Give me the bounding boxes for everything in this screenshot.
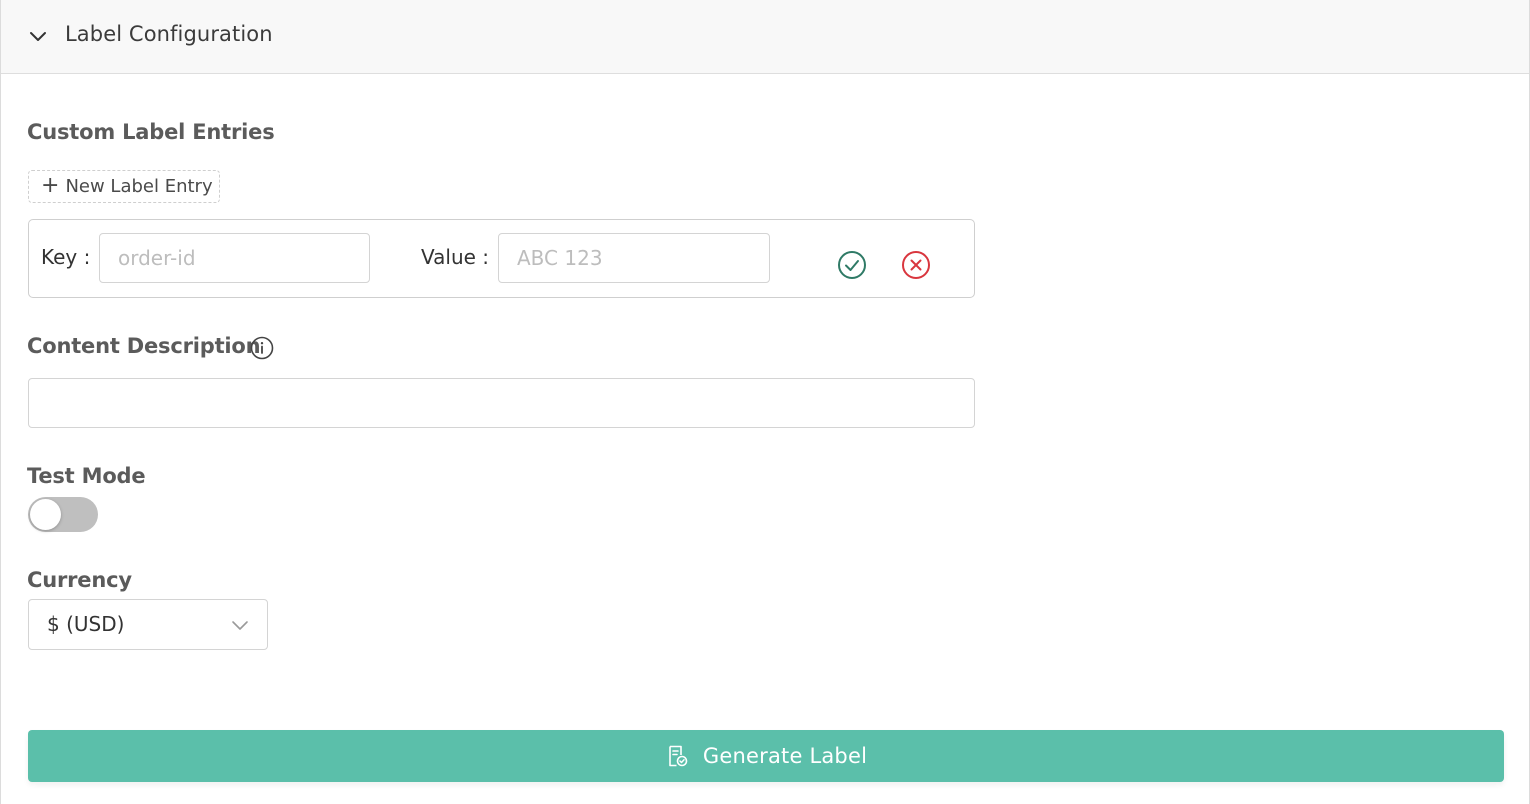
panel-header[interactable]: Label Configuration <box>1 0 1529 74</box>
test-mode-title: Test Mode <box>27 464 146 488</box>
toggle-knob <box>30 499 61 530</box>
plus-icon: + <box>41 172 60 198</box>
chevron-down-icon <box>231 616 249 634</box>
key-input[interactable] <box>99 233 370 283</box>
document-check-icon <box>665 744 689 768</box>
currency-selected-value: $ (USD) <box>47 612 125 636</box>
key-label: Key : <box>41 245 91 269</box>
test-mode-toggle[interactable] <box>28 497 98 532</box>
custom-label-entries-title: Custom Label Entries <box>27 120 275 144</box>
panel-title: Label Configuration <box>65 22 273 46</box>
generate-label-text: Generate Label <box>702 744 868 768</box>
value-input[interactable] <box>498 233 770 283</box>
content-description-title: Content Description <box>27 334 261 358</box>
new-label-entry-label: New Label Entry <box>65 176 213 197</box>
x-circle-icon[interactable] <box>900 249 932 281</box>
chevron-down-icon[interactable] <box>27 26 49 48</box>
value-label: Value : <box>421 245 490 269</box>
content-description-input[interactable] <box>28 378 975 428</box>
currency-select[interactable]: $ (USD) <box>28 599 268 650</box>
info-icon[interactable] <box>250 336 274 360</box>
label-entry-row: Key : Value : <box>28 219 975 298</box>
currency-title: Currency <box>27 568 132 592</box>
label-configuration-panel: Label Configuration Custom Label Entries… <box>0 0 1530 804</box>
check-circle-icon[interactable] <box>836 249 868 281</box>
new-label-entry-button[interactable]: + New Label Entry <box>28 170 220 203</box>
generate-label-button[interactable]: Generate Label <box>28 730 1504 782</box>
